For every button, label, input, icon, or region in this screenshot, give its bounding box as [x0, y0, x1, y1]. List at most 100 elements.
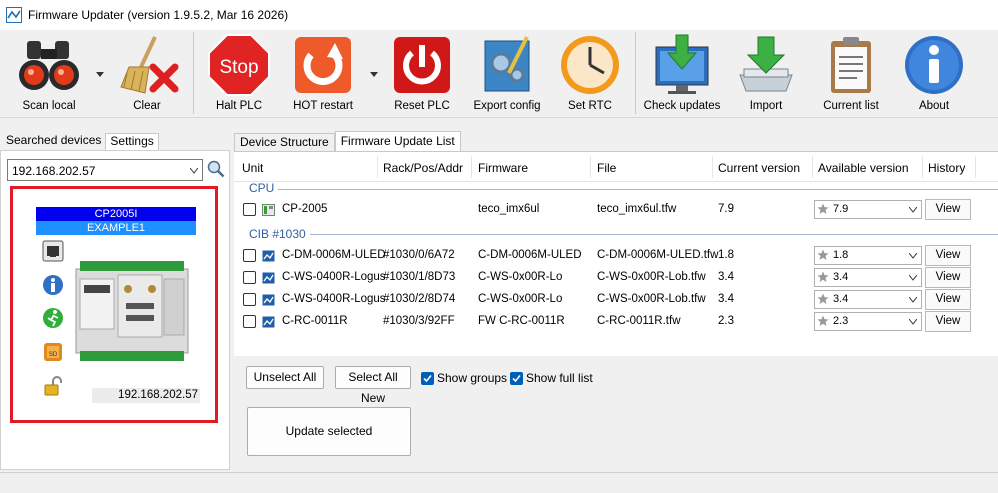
available-version-value: 3.4 — [833, 293, 849, 305]
export-config-button[interactable]: Export config — [471, 30, 543, 118]
unselect-all-button[interactable]: Unselect All — [246, 366, 324, 389]
row-checkbox[interactable] — [243, 271, 256, 284]
clock-icon — [561, 36, 619, 94]
history-view-button[interactable]: View — [925, 267, 971, 288]
unlocked-padlock-icon — [44, 376, 62, 396]
cell-addr: #1030/3/92FF — [383, 315, 455, 327]
check-updates-button[interactable]: Check updates — [643, 30, 721, 118]
cell-addr: #1030/2/8D74 — [383, 293, 456, 305]
tab-searched-devices[interactable]: Searched devices — [0, 131, 106, 150]
cell-firmware: FW C-RC-0011R — [478, 315, 565, 327]
row-checkbox[interactable] — [243, 315, 256, 328]
right-tabs: Device Structure Firmware Update List — [234, 131, 461, 152]
halt-plc-button[interactable]: Stop Halt PLC — [204, 30, 274, 118]
restart-dropdown-arrow-icon[interactable] — [370, 72, 378, 78]
show-groups-checkbox[interactable]: Show groups — [421, 371, 507, 385]
cell-firmware: teco_imx6ul — [478, 203, 540, 215]
column-header-available-version[interactable]: Available version — [818, 161, 909, 175]
table-row[interactable]: CP-2005 teco_imx6ul teco_imx6ul.tfw 7.9 … — [234, 199, 998, 221]
row-checkbox[interactable] — [243, 203, 256, 216]
about-button[interactable]: About — [899, 30, 969, 118]
clear-button[interactable]: Clear — [112, 30, 182, 118]
window-title: Firmware Updater (version 1.9.5.2, Mar 1… — [28, 8, 289, 22]
chevron-down-icon — [909, 275, 917, 281]
running-status-icon — [43, 308, 63, 328]
history-view-button[interactable]: View — [925, 311, 971, 332]
column-divider — [377, 156, 378, 178]
star-icon — [817, 293, 829, 304]
cell-unit: C-WS-0400R-Logus — [282, 293, 386, 305]
tab-device-structure[interactable]: Device Structure — [234, 133, 335, 151]
cell-addr: #1030/0/6A72 — [383, 249, 455, 261]
toolbar-separator — [193, 32, 194, 114]
cell-file: teco_imx6ul.tfw — [597, 203, 677, 215]
io-module-icon — [262, 250, 275, 262]
cell-current-version: 1.8 — [718, 249, 734, 261]
row-checkbox[interactable] — [243, 249, 256, 262]
table-row[interactable]: C-DM-0006M-ULED #1030/0/6A72 C-DM-0006M-… — [234, 245, 998, 267]
power-icon — [394, 37, 450, 93]
show-full-list-checkbox[interactable]: Show full list — [510, 371, 593, 385]
column-header-file[interactable]: File — [597, 161, 616, 175]
group-header-cpu: CPU — [249, 181, 275, 195]
reset-plc-button[interactable]: Reset PLC — [387, 30, 457, 118]
column-header-firmware[interactable]: Firmware — [478, 161, 528, 175]
stop-sign-icon: Stop — [208, 34, 270, 96]
select-all-new-button[interactable]: Select All New — [335, 366, 411, 405]
hot-restart-button[interactable]: HOT restart — [288, 30, 358, 118]
history-view-button[interactable]: View — [925, 199, 971, 220]
group-header-cib: CIB #1030 — [249, 227, 306, 241]
available-version-select[interactable]: 2.3 — [814, 312, 922, 331]
chevron-down-icon — [909, 297, 917, 303]
status-bar — [0, 472, 998, 493]
star-icon — [817, 315, 829, 326]
available-version-select[interactable]: 1.8 — [814, 246, 922, 265]
io-module-icon — [262, 294, 275, 306]
available-version-select[interactable]: 3.4 — [814, 268, 922, 287]
info-icon — [905, 36, 963, 94]
search-icon[interactable] — [207, 160, 225, 178]
hot-restart-label: HOT restart — [293, 100, 353, 112]
tab-firmware-update-list[interactable]: Firmware Update List — [334, 131, 461, 152]
column-divider — [712, 156, 713, 178]
column-header-current-version[interactable]: Current version — [718, 161, 800, 175]
clear-label: Clear — [133, 100, 161, 112]
ip-address-combo[interactable]: 192.168.202.57 — [7, 159, 203, 181]
cell-file: C-WS-0x00R-Lob.tfw — [597, 271, 706, 283]
device-card[interactable]: CP2005I EXAMPLE1 SD 192.168.202.57 — [10, 186, 218, 423]
table-row[interactable]: C-RC-0011R #1030/3/92FF FW C-RC-0011R C-… — [234, 311, 998, 333]
cell-file: C-WS-0x00R-Lob.tfw — [597, 293, 706, 305]
star-icon — [817, 203, 829, 214]
column-header-unit[interactable]: Unit — [242, 161, 263, 175]
show-groups-label: Show groups — [437, 371, 508, 385]
stop-sign-text: Stop — [219, 57, 258, 78]
update-selected-button[interactable]: Update selected — [247, 407, 411, 456]
sd-card-icon: SD — [44, 343, 62, 361]
column-divider — [975, 156, 976, 178]
column-header-history[interactable]: History — [928, 161, 965, 175]
history-view-button[interactable]: View — [925, 289, 971, 310]
available-version-value: 1.8 — [833, 249, 849, 261]
history-view-button[interactable]: View — [925, 245, 971, 266]
tab-settings[interactable]: Settings — [105, 133, 159, 150]
io-module-icon — [262, 316, 275, 328]
available-version-select[interactable]: 7.9 — [814, 200, 922, 219]
binoculars-icon — [19, 41, 79, 90]
available-version-select[interactable]: 3.4 — [814, 290, 922, 309]
set-rtc-button[interactable]: Set RTC — [555, 30, 625, 118]
current-list-button[interactable]: Current list — [816, 30, 886, 118]
io-module-icon — [262, 272, 275, 284]
scan-local-button[interactable]: Scan local — [14, 30, 84, 118]
table-row[interactable]: C-WS-0400R-Logus #1030/2/8D74 C-WS-0x00R… — [234, 289, 998, 311]
import-button[interactable]: Import — [731, 30, 801, 118]
cell-current-version: 3.4 — [718, 271, 734, 283]
available-version-value: 2.3 — [833, 315, 849, 327]
current-list-label: Current list — [823, 100, 879, 112]
column-header-addr[interactable]: Rack/Pos/Addr — [383, 161, 463, 175]
scan-dropdown-arrow-icon[interactable] — [96, 72, 104, 78]
group-divider — [310, 234, 998, 235]
ethernet-port-icon — [42, 240, 64, 262]
monitor-download-icon — [655, 34, 709, 94]
table-row[interactable]: C-WS-0400R-Logus #1030/1/8D73 C-WS-0x00R… — [234, 267, 998, 289]
row-checkbox[interactable] — [243, 293, 256, 306]
